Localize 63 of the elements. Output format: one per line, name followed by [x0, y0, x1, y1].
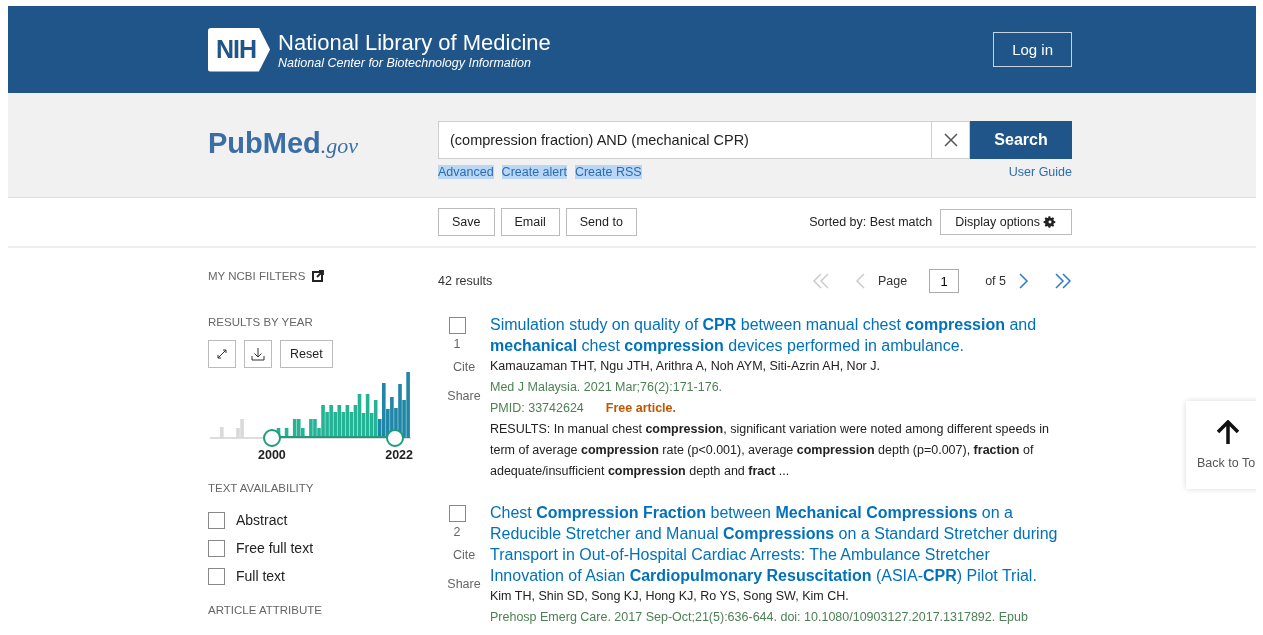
last-page-icon[interactable] [1054, 272, 1072, 290]
reset-button[interactable]: Reset [280, 340, 333, 368]
section-heading: TEXT AVAILABILITY [208, 482, 314, 494]
next-page-icon[interactable] [1018, 272, 1030, 290]
abstract-snippet: RESULTS: In manual chest compression, significant variation were noted among different speeds in term of average compression rate (p<0.001), average compression depth (p=0.007), fraction of adequate/insufficient compression depth and fract ... [490, 421, 1050, 480]
toolbar-button[interactable]: Email [500, 208, 560, 236]
cite-link[interactable]: Cite [452, 545, 476, 566]
external-link-icon[interactable] [312, 270, 325, 282]
share-link[interactable]: Share [447, 574, 481, 595]
article-citation: Med J Malaysia. 2021 Mar;76(2):171-176. [490, 379, 724, 396]
pmid-text: PMID: 33742624 [490, 400, 584, 417]
display-options-button[interactable]: Display options [940, 209, 1072, 235]
range-handle[interactable] [263, 429, 281, 447]
search-link[interactable]: Create RSS [574, 165, 642, 179]
section-heading: RESULTS BY YEAR [208, 316, 313, 328]
article-authors: Kim TH, Shin SD, Song KJ, Hong KJ, Ro YS, Song SW, Kim CH. [490, 588, 850, 605]
toolbar-button[interactable]: Send to [565, 208, 637, 236]
checkbox[interactable] [208, 511, 225, 529]
clear-button[interactable] [931, 121, 970, 159]
section-heading: ARTICLE ATTRIBUTE [208, 604, 322, 616]
back-to-top-button[interactable]: Back to To [1186, 401, 1256, 489]
section-heading: MY NCBI FILTERS [208, 270, 306, 282]
download-icon[interactable] [244, 340, 272, 368]
close-icon [943, 133, 958, 147]
search-link[interactable]: Create alert [501, 165, 567, 179]
article-title-link[interactable]: Simulation study on quality of CPR between manual chest compression and mechanical chest compression devices performed in ambulance. [490, 314, 1065, 356]
article-title-link[interactable]: Chest Compression Fraction between Mechanical Compressions on a Reducible Stretcher and Manual Compressions on a Standard Stretcher during Transport in Out-of-Hospital Cardiac Arrests: The Ambulance Stretcher Innovation of Asian Cardiopulmonary Resuscitation (ASIA-CPR) Pilot Trial. [490, 502, 1065, 586]
search-link[interactable]: Advanced [438, 165, 494, 179]
year-bar [284, 428, 289, 438]
result-number: 1 [453, 336, 461, 353]
site-title: National Library of Medicine [278, 29, 551, 56]
result-checkbox[interactable] [448, 505, 466, 522]
search-button[interactable]: Search [970, 121, 1072, 159]
pubmed-logo[interactable]: PubMed.gov [208, 121, 438, 179]
login-button[interactable]: Log in [993, 32, 1072, 67]
checkbox[interactable] [208, 539, 225, 557]
filter-label: Free full text [236, 540, 314, 556]
year-label: 2000 [258, 448, 286, 462]
search-field[interactable]: (compression fraction) AND (mechanical CPR) [438, 121, 931, 159]
cite-link[interactable]: Cite [452, 357, 476, 378]
toolbar-button[interactable]: Save [438, 208, 495, 236]
site-subtitle: National Center for Biotechnology Information [278, 55, 532, 70]
page-field[interactable]: 1 [929, 269, 960, 293]
gear-icon [1043, 215, 1057, 229]
share-link[interactable]: Share [447, 386, 481, 407]
expand-icon[interactable] [208, 340, 236, 368]
range-handle[interactable] [386, 429, 404, 447]
page-label: Page [877, 274, 908, 288]
sort-label[interactable]: Sorted by: Best match [809, 215, 933, 229]
filter-label: Full text [236, 568, 285, 584]
year-label: 2022 [385, 448, 413, 462]
up-arrow-icon [1215, 420, 1241, 446]
page-total: of 5 [985, 274, 1006, 288]
nih-logo[interactable]: NIH [208, 27, 271, 72]
results-count: 42 results [438, 274, 493, 288]
checkbox[interactable] [208, 567, 225, 585]
filter-label: Abstract [236, 512, 288, 528]
user-guide-link[interactable]: User Guide [1008, 165, 1072, 179]
article-citation: Prehosp Emerg Care. 2017 Sep-Oct;21(5):636-644. doi: 10.1080/10903127.2017.1317892. Epub [490, 609, 1029, 626]
result-number: 2 [453, 524, 461, 541]
free-article-label: Free article. [605, 400, 676, 417]
result-checkbox[interactable] [448, 317, 466, 334]
article-authors: Kamauzaman THT, Ngu JTH, Arithra A, Noh AYM, Siti-Azrin AH, Nor J. [490, 358, 881, 375]
